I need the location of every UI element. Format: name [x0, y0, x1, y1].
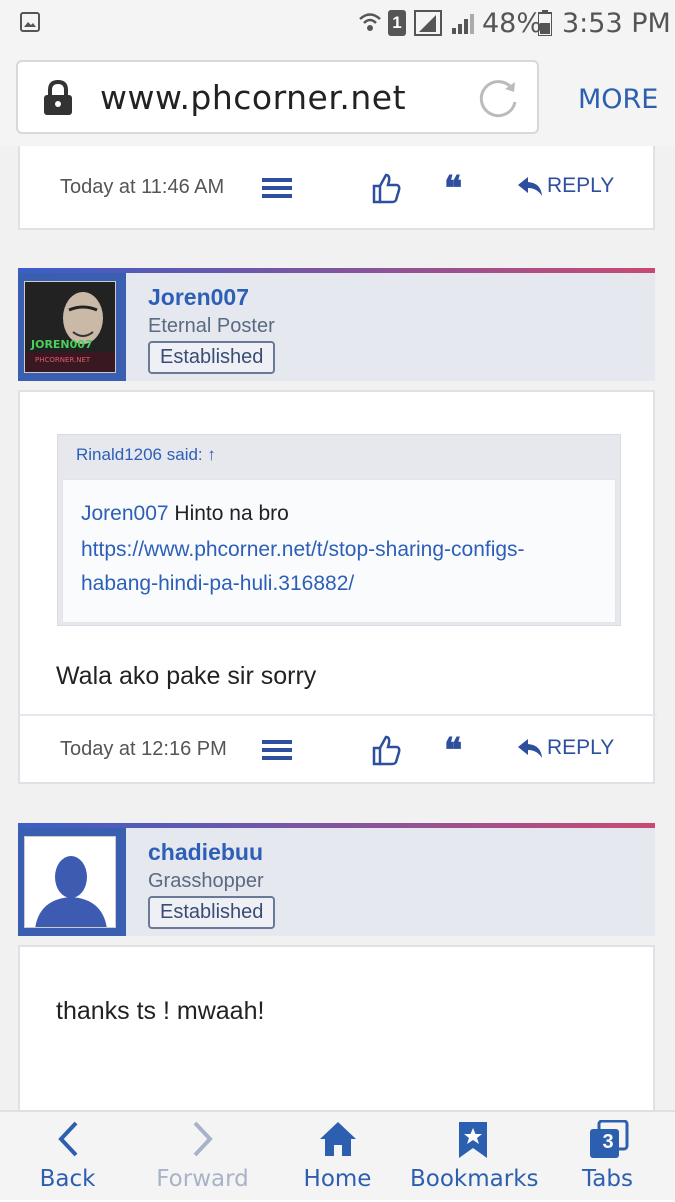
quote-icon[interactable]: ❝	[444, 734, 462, 768]
post-footer: Today at 12:16 PM ❝ REPLY	[20, 714, 657, 780]
quote-block: Rinald1206 said: ↑ Joren007 Hinto na bro…	[57, 434, 621, 626]
default-avatar-icon	[25, 837, 115, 927]
back-icon	[57, 1121, 77, 1157]
home-label: Home	[303, 1166, 372, 1192]
more-button[interactable]: MORE	[578, 84, 658, 115]
forward-label: Forward	[156, 1166, 249, 1192]
tabs-count: 3	[602, 1131, 614, 1153]
status-bar: 1 48% 3:53 PM	[0, 0, 675, 48]
post-time[interactable]: Today at 11:46 AM	[60, 176, 224, 199]
quote-link-line2[interactable]: habang-hindi-pa-huli.316882/	[81, 572, 354, 596]
user-badge: Established	[148, 896, 276, 929]
refresh-icon[interactable]	[477, 76, 521, 120]
post-author-header: chadiebuu Grasshopper Established	[18, 823, 655, 936]
menu-icon[interactable]	[262, 740, 292, 760]
gallery-icon	[20, 12, 40, 32]
tabs-label: Tabs	[582, 1166, 633, 1192]
post-author-header: JOREN007 PHCORNER.NET Joren007 Eternal P…	[18, 268, 655, 381]
clock: 3:53 PM	[562, 8, 671, 39]
user-badge: Established	[148, 341, 276, 374]
username[interactable]: chadiebuu	[148, 839, 263, 866]
quote-text: Hinto na bro	[174, 502, 289, 525]
avatar[interactable]: JOREN007 PHCORNER.NET	[24, 281, 116, 373]
avatar-text: JOREN007	[30, 338, 93, 351]
battery-icon	[538, 10, 552, 36]
signal-icon	[414, 10, 442, 36]
back-button[interactable]: Back	[20, 1112, 115, 1202]
url-text[interactable]: www.phcorner.net	[100, 78, 406, 117]
quote-icon[interactable]: ❝	[444, 172, 462, 206]
reply-label: REPLY	[547, 736, 615, 759]
browser-toolbar: www.phcorner.net MORE	[0, 48, 675, 146]
quote-line: Joren007 Hinto na bro	[81, 502, 289, 526]
address-bar[interactable]: www.phcorner.net	[16, 60, 539, 134]
avatar-frame	[18, 828, 126, 936]
like-icon[interactable]	[371, 734, 401, 766]
battery-percent: 48%	[482, 8, 543, 39]
home-icon	[319, 1122, 356, 1156]
quote-mention[interactable]: Joren007	[81, 502, 169, 525]
post-time[interactable]: Today at 12:16 PM	[60, 738, 227, 761]
forward-icon	[193, 1121, 213, 1157]
quote-author[interactable]: Rinald1206 said: ↑	[76, 445, 216, 465]
bookmarks-label: Bookmarks	[410, 1166, 539, 1192]
tabs-button[interactable]: 3 Tabs	[570, 1112, 645, 1202]
reply-button[interactable]: REPLY	[517, 736, 614, 760]
signal-icon-2	[452, 14, 474, 34]
username[interactable]: Joren007	[148, 284, 249, 311]
avatar[interactable]	[24, 836, 116, 928]
post-card: thanks ts ! mwaah!	[18, 945, 655, 1110]
avatar-image: JOREN007 PHCORNER.NET	[25, 282, 115, 372]
post-card: Rinald1206 said: ↑ Joren007 Hinto na bro…	[18, 390, 657, 784]
bookmark-icon	[458, 1122, 487, 1158]
back-label: Back	[39, 1166, 96, 1192]
lock-icon	[44, 80, 72, 115]
menu-icon[interactable]	[262, 178, 292, 198]
reply-button[interactable]: REPLY	[517, 174, 614, 198]
post-message: thanks ts ! mwaah!	[56, 997, 265, 1025]
reply-label: REPLY	[547, 174, 615, 197]
quote-content: Joren007 Hinto na bro https://www.phcorn…	[62, 479, 616, 623]
like-icon[interactable]	[371, 172, 401, 204]
user-title: Eternal Poster	[148, 315, 275, 337]
home-button[interactable]: Home	[295, 1112, 380, 1202]
quote-link-line1[interactable]: https://www.phcorner.net/t/stop-sharing-…	[81, 538, 525, 562]
avatar-frame: JOREN007 PHCORNER.NET	[18, 273, 126, 381]
avatar-subtext: PHCORNER.NET	[35, 356, 91, 364]
post-footer: Today at 11:46 AM ❝ REPLY	[20, 154, 657, 220]
post-message: Wala ako pake sir sorry	[56, 662, 317, 690]
sim-slot-icon: 1	[388, 10, 406, 36]
user-title: Grasshopper	[148, 870, 264, 892]
browser-bottom-nav: Back Forward Home Bookmarks 3 Tabs	[0, 1110, 675, 1200]
post-card-previous: Today at 11:46 AM ❝ REPLY	[18, 146, 655, 230]
bookmarks-button[interactable]: Bookmarks	[410, 1112, 539, 1202]
wifi-icon	[359, 13, 381, 31]
forward-button[interactable]: Forward	[150, 1112, 255, 1202]
reply-arrow-icon	[518, 177, 542, 196]
thread-content: Today at 11:46 AM ❝ REPLY JOREN007 PHCOR…	[0, 146, 675, 1110]
reply-arrow-icon	[518, 739, 542, 758]
